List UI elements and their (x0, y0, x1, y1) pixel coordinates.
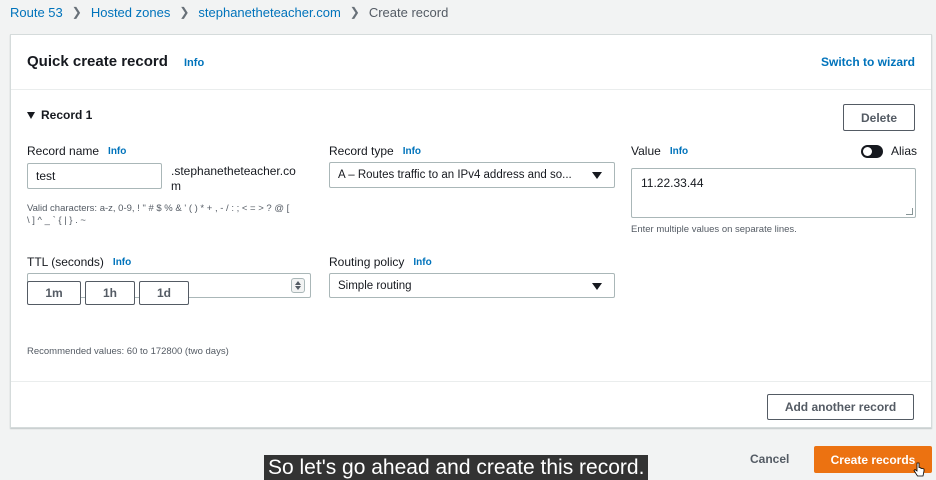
page-title: Quick create record (27, 53, 168, 70)
record-header: Record 1 (41, 108, 93, 122)
panel-header: Quick create record Info Switch to wizar… (11, 35, 931, 90)
routing-policy-label: Routing policy Info (329, 255, 432, 269)
quick-create-panel: Quick create record Info Switch to wizar… (10, 34, 932, 428)
breadcrumb-hosted-zones[interactable]: Hosted zones (91, 5, 171, 20)
panel-footer: Add another record (11, 381, 931, 428)
switch-to-wizard-link[interactable]: Switch to wizard (821, 55, 915, 69)
toggle-knob (863, 147, 872, 156)
record-expand-toggle[interactable]: Record 1 (27, 108, 92, 122)
caret-down-icon (592, 282, 602, 290)
value-text: 11.22.33.44 (641, 176, 704, 190)
delete-record-button[interactable]: Delete (843, 104, 915, 131)
record-type-label-text: Record type (329, 144, 394, 158)
chevron-right-icon: ❯ (179, 5, 190, 19)
record-name-input[interactable]: test (27, 163, 162, 189)
value-info-link[interactable]: Info (670, 146, 688, 157)
value-textarea[interactable]: 11.22.33.44 (631, 168, 916, 218)
caret-down-icon (27, 111, 35, 119)
record-name-help-line2: \ ] ^ _ ` { | } . ~ (27, 215, 86, 226)
alias-label: Alias (891, 144, 918, 158)
record-type-value: A – Routes traffic to an IPv4 address an… (338, 169, 572, 181)
routing-policy-select[interactable]: Simple routing (329, 273, 615, 298)
record-type-label: Record type Info (329, 144, 421, 158)
domain-suffix-line1: .stephanetheteacher.co (171, 164, 296, 178)
routing-policy-label-text: Routing policy (329, 255, 405, 269)
ttl-info-link[interactable]: Info (113, 257, 131, 268)
cancel-button[interactable]: Cancel (750, 452, 789, 466)
record-type-select[interactable]: A – Routes traffic to an IPv4 address an… (329, 162, 615, 188)
breadcrumb-current: Create record (368, 4, 449, 20)
breadcrumb: Route 53 ❯ Hosted zones ❯ stephanethetea… (10, 4, 448, 20)
record-name-label-text: Record name (27, 144, 100, 158)
chevron-right-icon: ❯ (349, 5, 360, 19)
value-label-text: Value (631, 144, 661, 158)
chevron-right-icon: ❯ (71, 5, 82, 19)
routing-policy-info-link[interactable]: Info (413, 257, 431, 268)
breadcrumb-hosted-zone[interactable]: stephanetheteacher.com (198, 5, 340, 20)
ttl-label-text: TTL (seconds) (27, 255, 104, 269)
value-label: Value Info (631, 144, 688, 158)
ttl-help: Recommended values: 60 to 172800 (two da… (27, 346, 229, 357)
breadcrumb-route53[interactable]: Route 53 (10, 5, 63, 20)
record-name-help-line1: Valid characters: a-z, 0-9, ! " # $ % & … (27, 203, 290, 214)
domain-suffix-line2: m (171, 179, 181, 193)
caret-down-icon (592, 172, 602, 179)
title-info-link[interactable]: Info (184, 57, 204, 69)
add-another-record-button[interactable]: Add another record (767, 394, 914, 420)
resize-handle-icon[interactable] (906, 208, 913, 215)
ttl-1m-button[interactable]: 1m (27, 281, 81, 305)
number-stepper-icon[interactable] (291, 278, 305, 293)
ttl-1h-button[interactable]: 1h (85, 281, 135, 305)
hand-cursor-icon (913, 462, 925, 477)
record-name-help: Valid characters: a-z, 0-9, ! " # $ % & … (27, 203, 289, 227)
domain-suffix: .stephanetheteacher.co m (171, 164, 296, 194)
ttl-1d-button[interactable]: 1d (139, 281, 189, 305)
routing-policy-value: Simple routing (338, 279, 412, 292)
ttl-label: TTL (seconds) Info (27, 255, 131, 269)
value-help: Enter multiple values on separate lines. (631, 224, 797, 235)
record-name-info-link[interactable]: Info (108, 146, 126, 157)
alias-toggle[interactable] (861, 145, 883, 158)
record-name-label: Record name Info (27, 144, 126, 158)
video-caption: So let's go ahead and create this record… (264, 455, 649, 480)
record-type-info-link[interactable]: Info (403, 146, 421, 157)
